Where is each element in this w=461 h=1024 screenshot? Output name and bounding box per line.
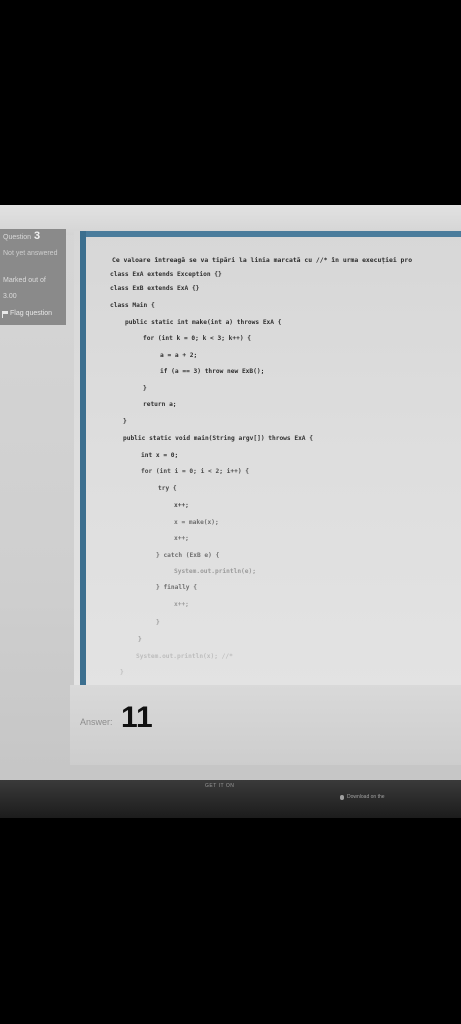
code-line: } xyxy=(138,636,142,643)
code-line: } xyxy=(123,418,127,425)
marked-label: Marked out of xyxy=(3,277,46,284)
code-line: x++; xyxy=(174,601,189,608)
store-right-label: Download on the xyxy=(347,794,385,800)
code-line: } xyxy=(143,385,147,392)
flag-question-button[interactable]: Flag question xyxy=(2,310,52,318)
code-line: public static void main(String argv[]) t… xyxy=(123,435,313,442)
code-line: class ExB extends ExA {} xyxy=(110,285,200,292)
code-line: class ExA extends Exception {} xyxy=(110,271,222,278)
question-status: Not yet answered xyxy=(3,250,58,257)
code-line: x++; xyxy=(174,535,189,542)
question-text: Ce valoare întreagă se va tipări la lini… xyxy=(112,256,413,264)
question-points: 3.00 xyxy=(3,293,17,300)
content-left-border xyxy=(80,231,86,691)
question-number: 3 xyxy=(34,230,41,242)
code-line: for (int i = 0; i < 2; i++) { xyxy=(141,468,250,475)
code-line: x++; xyxy=(174,502,189,509)
flag-icon xyxy=(2,310,8,318)
code-line: return a; xyxy=(143,401,177,408)
question-prefix: Question xyxy=(3,234,32,241)
question-heading: Question 3 xyxy=(3,230,41,242)
question-info-box: Question 3 Not yet answered Marked out of… xyxy=(0,229,66,325)
code-line: } xyxy=(120,669,124,676)
flag-question-label: Flag question xyxy=(10,310,53,317)
code-line: x = make(x); xyxy=(174,519,219,526)
code-line: if (a == 3) throw new ExB(); xyxy=(160,368,265,375)
store-badge-right[interactable]: Download on the xyxy=(340,794,385,800)
code-line: try { xyxy=(158,485,177,492)
code-line: public static int make(int a) throws ExA… xyxy=(125,319,282,326)
code-line: } catch (ExB e) { xyxy=(156,552,220,559)
question-content-panel xyxy=(74,231,461,691)
answer-label: Answer: xyxy=(80,717,113,727)
code-line: class Main { xyxy=(110,302,155,309)
code-line: } finally { xyxy=(156,584,197,591)
code-line: a = a + 2; xyxy=(160,352,198,359)
content-top-border xyxy=(80,231,461,237)
code-line: System.out.println(x); //* xyxy=(136,653,233,660)
apple-icon xyxy=(340,794,344,800)
code-line: for (int k = 0; k < 3; k++) { xyxy=(143,335,252,342)
code-line: System.out.println(e); xyxy=(174,568,256,575)
code-line: int x = 0; xyxy=(141,452,179,459)
code-line: } xyxy=(156,619,160,626)
store-badge-left[interactable]: GET IT ON xyxy=(205,783,234,789)
quiz-photo: Question 3 Not yet answered Marked out of… xyxy=(0,205,461,818)
answer-input[interactable]: 11 xyxy=(121,701,153,735)
